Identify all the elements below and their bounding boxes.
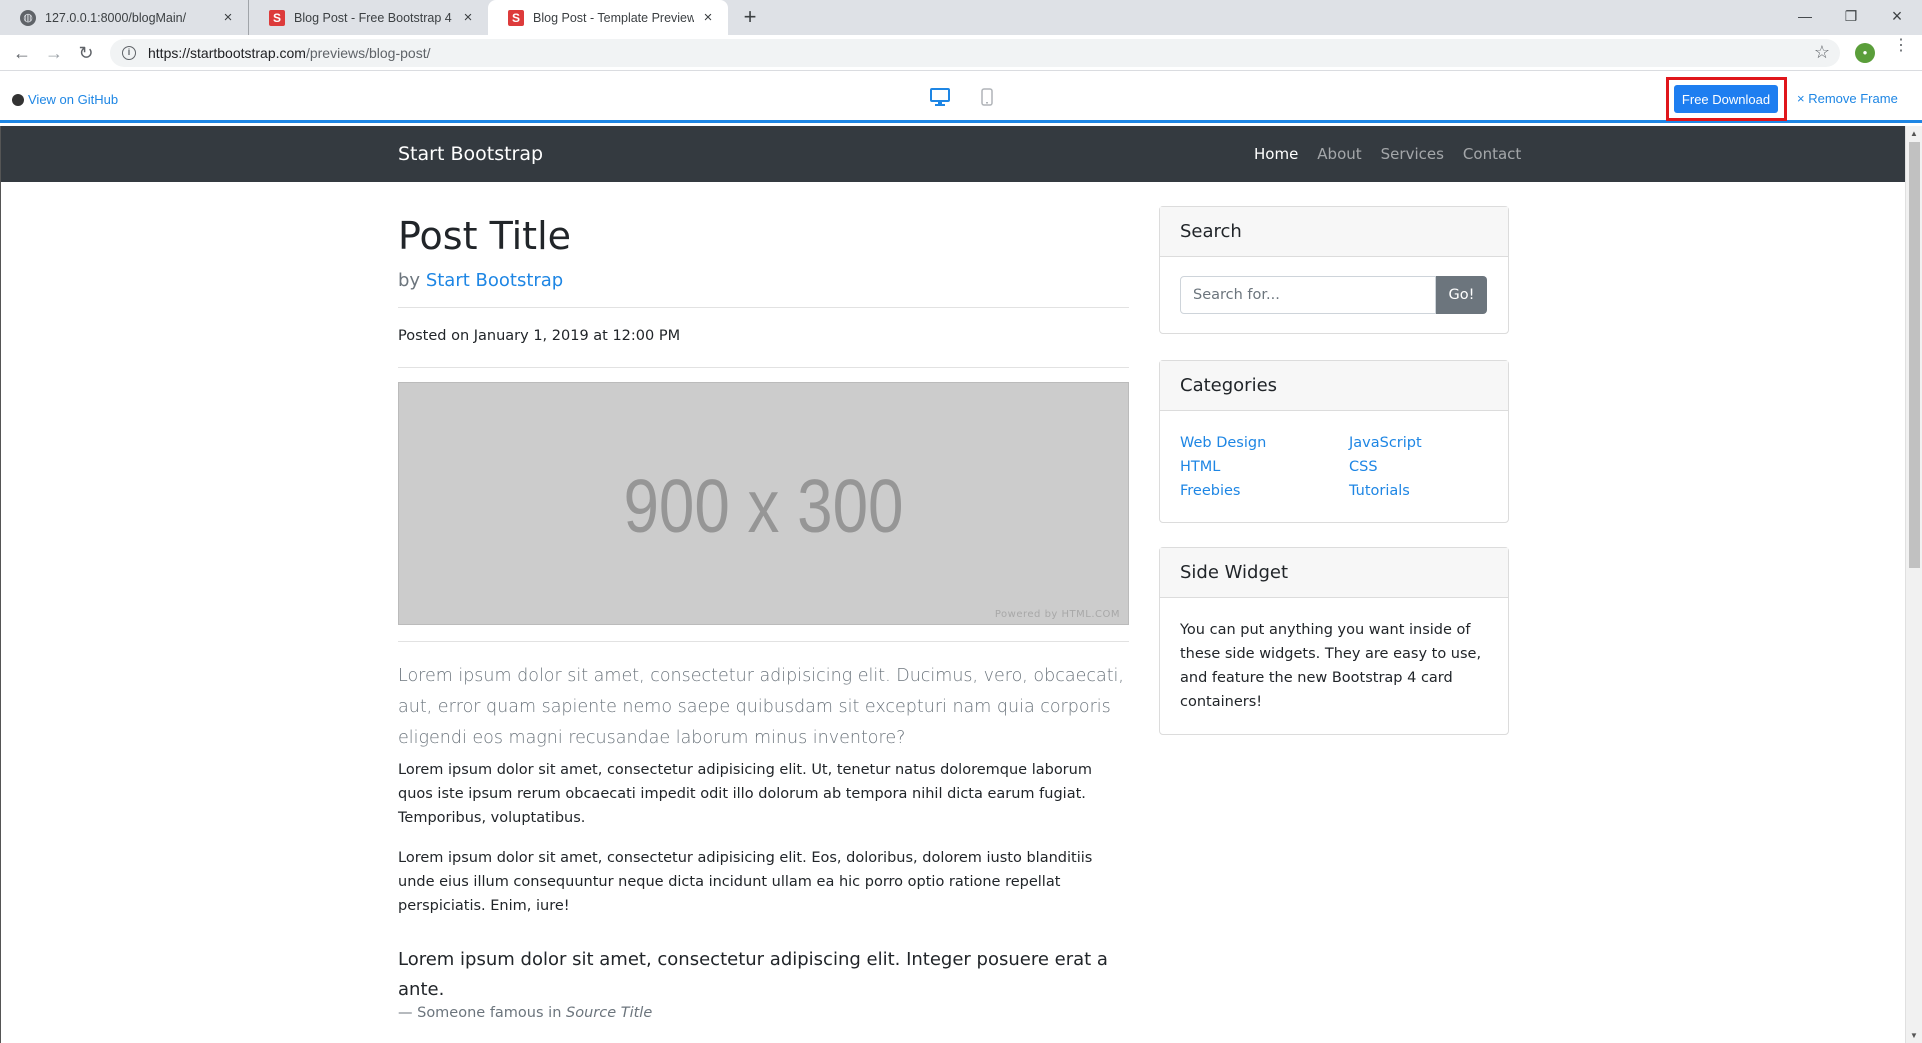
view-on-github-link[interactable]: View on GitHub (12, 92, 118, 107)
scrollbar-thumb[interactable] (1909, 142, 1920, 568)
go-button[interactable]: Go! (1436, 276, 1487, 314)
post-date: Posted on January 1, 2019 at 12:00 PM (398, 328, 681, 344)
site-nav-links: Home About Services Contact (1254, 145, 1540, 163)
category-link[interactable]: Tutorials (1349, 481, 1489, 501)
image-credit: Powered by HTML.COM (994, 609, 1120, 620)
close-icon: × (1797, 91, 1805, 106)
profile-avatar-icon[interactable]: ● (1855, 43, 1875, 63)
post-byline: by Start Bootstrap (398, 270, 563, 291)
scrollbar[interactable]: ▲ ▼ (1905, 126, 1922, 1043)
url-path: /previews/blog-post/ (305, 45, 431, 61)
close-tab-icon[interactable]: × (700, 9, 716, 26)
post-paragraph: Lorem ipsum dolor sit amet, consectetur … (398, 850, 1093, 914)
mobile-view-icon[interactable] (981, 88, 993, 106)
site-brand[interactable]: Start Bootstrap (398, 143, 543, 165)
close-tab-icon[interactable]: × (460, 9, 476, 26)
category-link[interactable]: HTML (1180, 457, 1349, 477)
bookmark-star-icon[interactable]: ☆ (1814, 42, 1830, 63)
site-preview-frame: Start Bootstrap Home About Services Cont… (0, 126, 1922, 1043)
free-download-button[interactable]: Free Download (1674, 85, 1778, 113)
post-title: Post Title (398, 214, 572, 258)
github-icon (12, 93, 24, 106)
quote-source: Source Title (566, 1005, 653, 1021)
category-link[interactable]: CSS (1349, 457, 1489, 477)
reload-icon[interactable]: ↻ (74, 41, 98, 65)
categories-widget: Categories Web Design JavaScript HTML CS… (1159, 360, 1509, 523)
forward-arrow-icon[interactable]: → (42, 41, 66, 65)
post-image-placeholder: 900 x 300 Powered by HTML.COM (398, 382, 1129, 625)
nav-services[interactable]: Services (1381, 145, 1444, 163)
back-arrow-icon[interactable]: ← (10, 41, 34, 65)
browser-tab[interactable]: ◍ 127.0.0.1:8000/blogMain/ × (0, 0, 248, 35)
new-tab-button[interactable]: + (738, 6, 762, 30)
search-heading: Search (1160, 207, 1508, 257)
download-highlight-box: Free Download (1666, 77, 1787, 121)
side-widget-text: You can put anything you want inside of … (1180, 622, 1482, 710)
url-host: https://startbootstrap.com (148, 45, 306, 61)
globe-icon: ◍ (20, 9, 36, 26)
post-paragraph: Lorem ipsum dolor sit amet, consectetur … (398, 762, 1092, 826)
restore-icon[interactable]: ❐ (1828, 0, 1874, 32)
browser-tab[interactable]: S Blog Post - Free Bootstrap 4 Bl × (248, 0, 488, 35)
author-link[interactable]: Start Bootstrap (426, 270, 563, 291)
byline-prefix: by (398, 270, 421, 291)
url-text[interactable]: https://startbootstrap.com/previews/blog… (148, 45, 430, 61)
nav-contact[interactable]: Contact (1463, 145, 1521, 163)
side-widget-heading: Side Widget (1160, 548, 1508, 598)
categories-list: Web Design JavaScript HTML CSS Freebies … (1180, 433, 1490, 501)
minimize-icon[interactable]: — (1782, 0, 1828, 32)
divider (398, 641, 1129, 642)
category-link[interactable]: JavaScript (1349, 433, 1489, 453)
site-navbar: Start Bootstrap Home About Services Cont… (1, 126, 1905, 182)
divider (398, 367, 1129, 368)
info-icon[interactable]: i (122, 46, 136, 60)
search-widget: Search Search for... Go! (1159, 206, 1509, 334)
address-bar[interactable]: i https://startbootstrap.com/previews/bl… (110, 39, 1840, 67)
startbootstrap-favicon-icon: S (508, 9, 524, 26)
quote-author: — Someone famous in (398, 1005, 562, 1021)
category-link[interactable]: Freebies (1180, 481, 1349, 501)
search-input[interactable]: Search for... (1180, 276, 1436, 314)
remove-frame-label: Remove Frame (1808, 91, 1898, 106)
browser-tab-strip: ◍ 127.0.0.1:8000/blogMain/ × S Blog Post… (0, 0, 1922, 35)
search-input-group: Search for... Go! (1180, 276, 1487, 314)
close-tab-icon[interactable]: × (220, 9, 236, 26)
tab-title: Blog Post - Template Preview - (533, 10, 694, 25)
scroll-up-icon[interactable]: ▲ (1910, 129, 1918, 138)
browser-toolbar: ← → ↻ i https://startbootstrap.com/previ… (0, 35, 1922, 71)
desktop-view-icon[interactable] (930, 88, 950, 106)
startbootstrap-favicon-icon: S (269, 9, 285, 26)
scroll-down-icon[interactable]: ▼ (1910, 1031, 1918, 1040)
nav-home[interactable]: Home (1254, 145, 1298, 163)
categories-heading: Categories (1160, 361, 1508, 411)
remove-frame-link[interactable]: × Remove Frame (1797, 91, 1898, 106)
more-menu-icon[interactable]: ⋮ (1893, 38, 1909, 54)
side-widget: Side Widget You can put anything you wan… (1159, 547, 1509, 735)
post-lead: Lorem ipsum dolor sit amet, consectetur … (398, 666, 1124, 748)
nav-about[interactable]: About (1317, 145, 1361, 163)
github-label: View on GitHub (28, 92, 119, 107)
tab-title: 127.0.0.1:8000/blogMain/ (45, 10, 187, 25)
category-link[interactable]: Web Design (1180, 433, 1349, 453)
blockquote: Lorem ipsum dolor sit amet, consectetur … (398, 949, 1108, 1000)
image-dimensions-label: 900 x 300 (623, 464, 904, 548)
divider (398, 307, 1129, 308)
blockquote-footer: — Someone famous in Source Title (398, 1005, 652, 1021)
preview-bar: View on GitHub Free Download × Remove Fr… (0, 72, 1922, 123)
close-window-icon[interactable]: × (1874, 0, 1920, 32)
tab-title: Blog Post - Free Bootstrap 4 Bl (294, 10, 454, 25)
browser-tab-active[interactable]: S Blog Post - Template Preview - × (488, 0, 728, 35)
